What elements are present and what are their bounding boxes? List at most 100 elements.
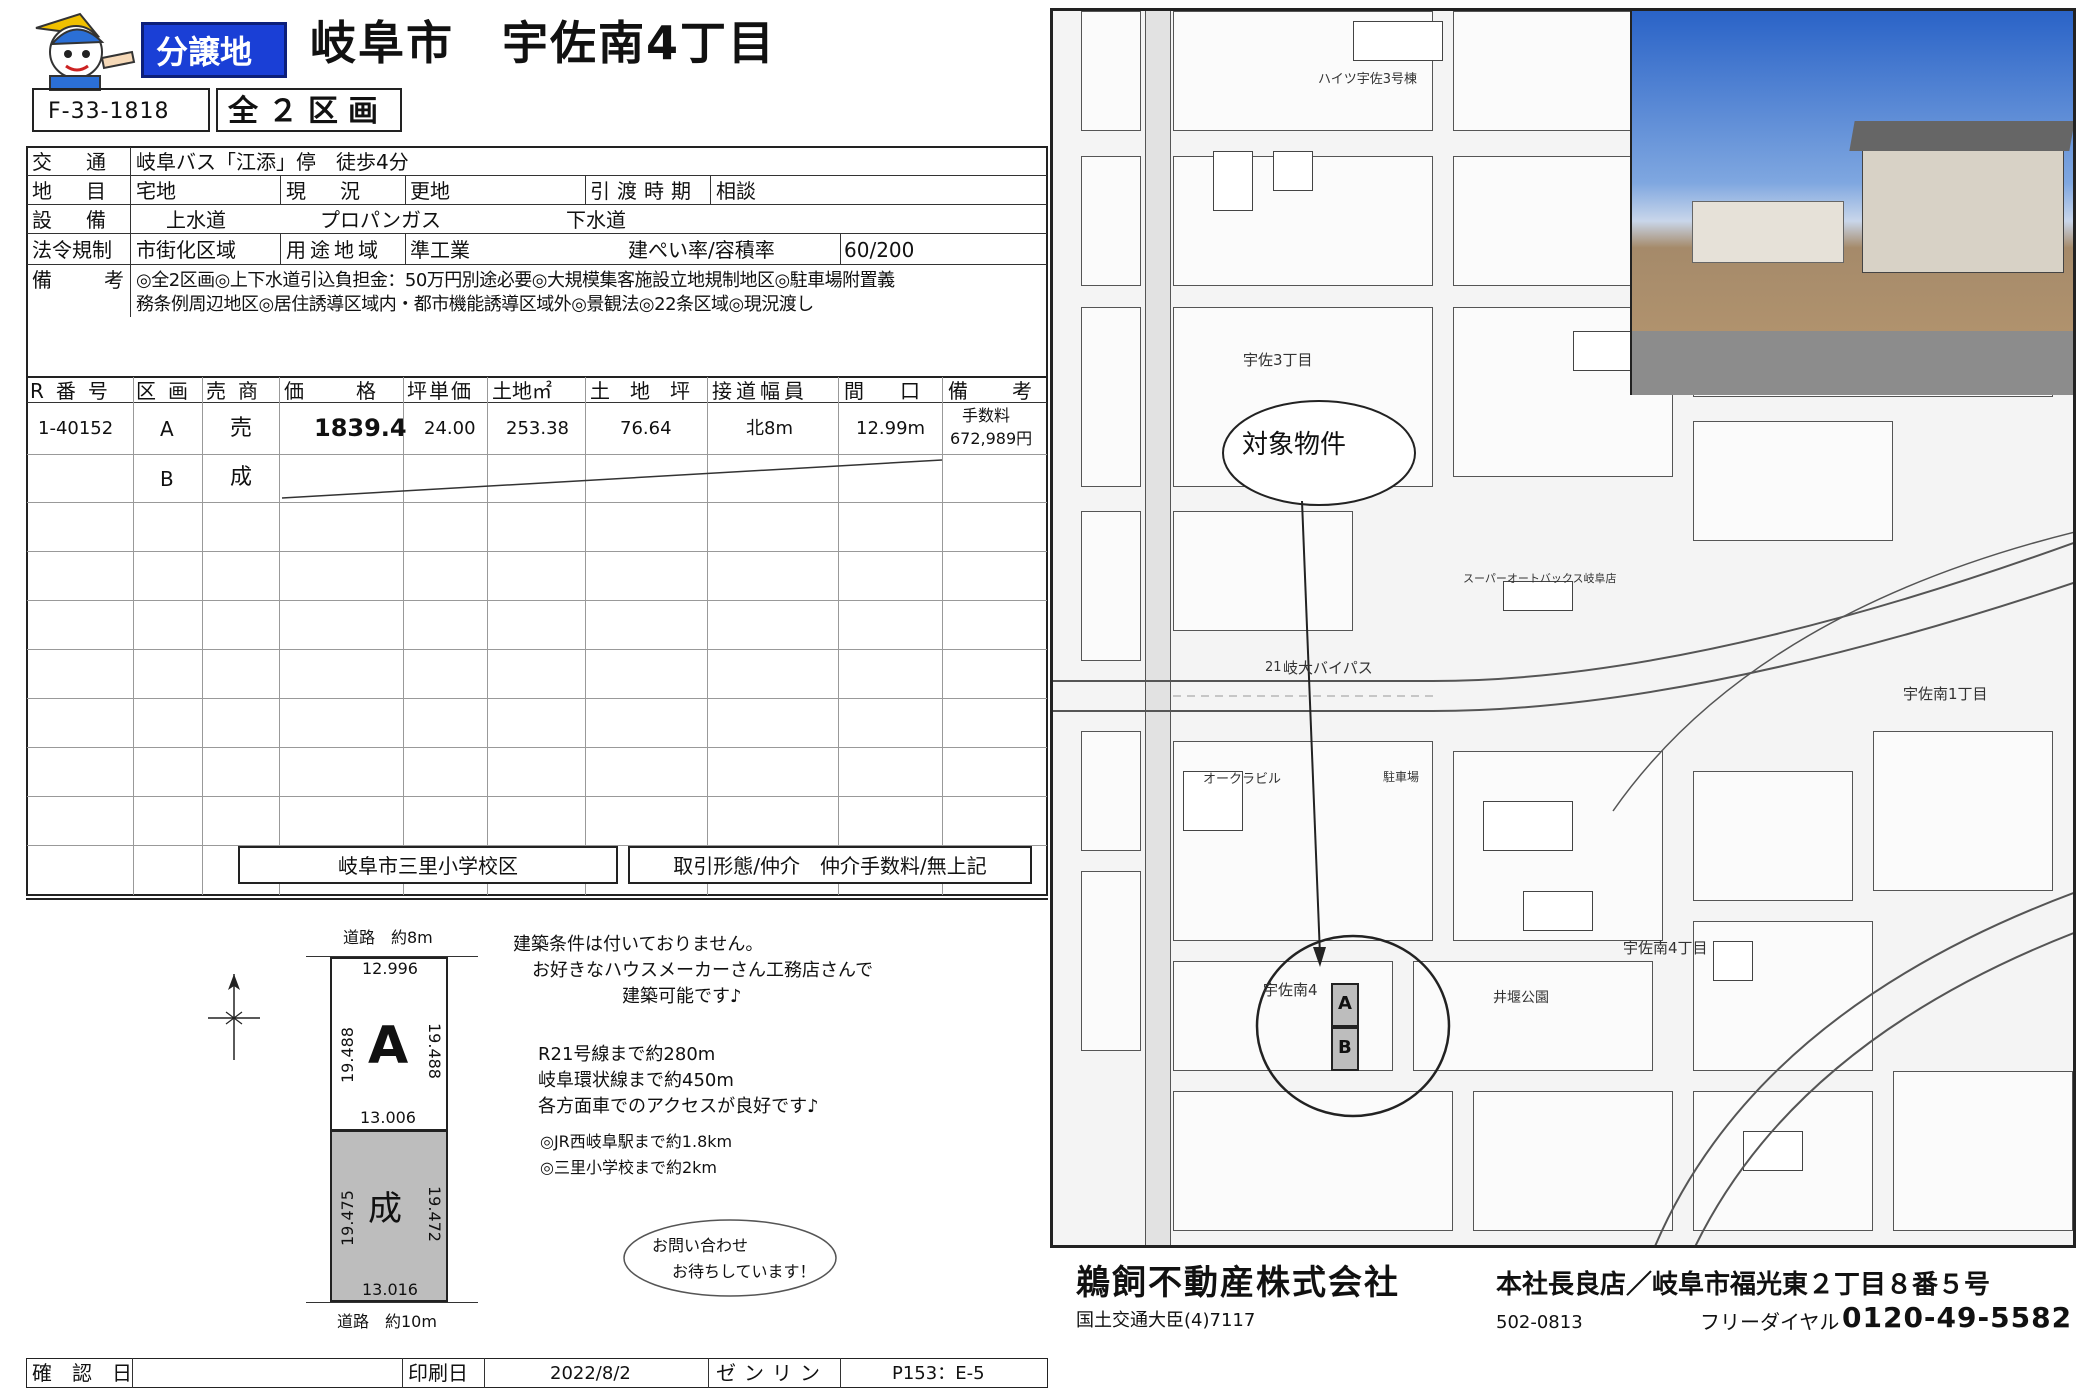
page-title: 岐阜市 宇佐南4丁目: [310, 16, 777, 70]
company-branch: 本社長良店／岐阜市福光東２丁目８番５号: [1496, 1270, 1991, 1300]
plan-note-3: 建築可能です♪: [622, 986, 742, 1007]
table-header-status: 売商: [206, 379, 270, 403]
company-name: 鵜飼不動産株式会社: [1076, 1263, 1400, 1303]
info-value-hikiwatashi: 相談: [716, 179, 756, 203]
table-header-m2: 土地㎡: [492, 379, 552, 403]
map-label-usa3: 宇佐3丁目: [1243, 351, 1313, 369]
lot-a-bottom-length: 13.006: [360, 1108, 416, 1127]
info-label-setsubi: 設 備: [32, 208, 113, 232]
info-value-ratio: 60/200: [844, 238, 915, 262]
lot-b-right-length: 19.472: [425, 1186, 444, 1242]
plan-road-top: 道路 約8m: [343, 928, 433, 947]
footer-kakunin-label: 確 認 日: [32, 1361, 132, 1385]
plan-note-2: お好きなハウスメーカーさん工務店さんで: [532, 960, 874, 981]
contact-bubble: [623, 1219, 837, 1297]
table-row-b-ku: B: [160, 467, 174, 491]
plan-access-2: 岐阜環状線まで約450m: [538, 1070, 734, 1091]
map-label-usaminami4: 宇佐南4: [1263, 981, 1318, 999]
map-label-okura: オークラビル: [1203, 772, 1282, 787]
table-header-tsubo: 土 地 坪: [590, 379, 690, 403]
map-label-park: 井堰公園: [1493, 990, 1549, 1006]
plan-note-1: 建築条件は付いておりません。: [513, 934, 764, 955]
info-value-bikou-1: ◎全2区画◎上下水道引込負担金：50万円別途必要◎大規模集客施設立地規制地区◎駐…: [136, 270, 895, 291]
plan-access-1: R21号線まで約280m: [538, 1044, 716, 1065]
footer-insatsu-label: 印刷日: [408, 1361, 468, 1385]
company-phone-label: フリーダイヤル: [1700, 1310, 1840, 1334]
info-value-water: 上水道: [166, 208, 226, 232]
map-label-bypass: 岐大バイパス: [1283, 659, 1373, 677]
table-row-a-frontage: 12.99m: [856, 418, 926, 439]
plan-near-1: ◎JR西岐阜駅まで約1.8km: [540, 1132, 733, 1151]
table-header-frontage: 間 口: [844, 379, 928, 403]
map-target-label: 対象物件: [1242, 430, 1347, 460]
lots-count: 全２区画: [228, 94, 388, 129]
contact-bubble-line-1: お問い合わせ: [652, 1236, 749, 1255]
property-code: F-33-1818: [48, 99, 170, 124]
site-photo: [1630, 11, 2073, 395]
info-label-youto: 用途地域: [286, 238, 382, 262]
footer-page: P153：E-5: [892, 1363, 985, 1384]
map-lot-b-label: B: [1338, 1037, 1352, 1058]
info-label-kotsu: 交 通: [32, 150, 113, 174]
info-value-gas: プロパンガス: [320, 208, 441, 232]
company-license: 国土交通大臣(4)7117: [1076, 1310, 1256, 1331]
lot-a-left-length: 19.488: [338, 1027, 357, 1083]
table-row-a-tsubo-price: 24.00: [424, 418, 476, 439]
category-badge-text: 分譲地: [156, 33, 253, 71]
map-label-usaminami4-chome: 宇佐南4丁目: [1623, 939, 1708, 957]
table-row-a-ku: A: [160, 417, 174, 441]
info-label-bikou: 備 考: [32, 268, 140, 292]
table-header-note: 備 考: [948, 379, 1044, 403]
table-row-a-price: 1839.4: [314, 414, 407, 442]
lot-a-top-length: 12.996: [362, 959, 418, 978]
lots-box: 全２区画: [216, 88, 402, 132]
company-zip: 502-0813: [1496, 1312, 1583, 1333]
table-row-a-note-2: 672,989円: [950, 429, 1033, 448]
info-label-ratio: 建ぺい率/容積率: [628, 238, 775, 262]
map-label-heights: ハイツ宇佐3号棟: [1318, 72, 1418, 87]
footer-zenrin: ゼンリン: [716, 1361, 828, 1385]
info-value-sewer: 下水道: [566, 208, 626, 232]
table-header-road: 接道幅員: [712, 379, 808, 403]
table-row-a-status: 売: [230, 416, 253, 441]
mascot-icon: [35, 12, 136, 91]
lot-b-bottom-length: 13.016: [362, 1280, 418, 1299]
table-header-price: 価 格: [284, 379, 380, 403]
table-header-r: R番号: [30, 379, 120, 403]
info-value-bikou-2: 務条例周辺地区◎居住誘導区域内・都市機能誘導区域外◎景観法◎22条区域◎現況渡し: [136, 294, 814, 315]
info-value-youto: 準工業: [410, 238, 470, 262]
info-label-genkyo: 現 況: [286, 179, 367, 203]
lot-b-left-length: 19.475: [338, 1190, 357, 1246]
company-phone[interactable]: 0120-49-5582: [1842, 1304, 2072, 1332]
info-label-chimoku: 地 目: [32, 179, 113, 203]
table-row-a-r: 1-40152: [38, 418, 114, 439]
map-label-autobacs: スーパーオートバックス岐阜店: [1463, 572, 1617, 585]
lot-a-label: A: [368, 1016, 409, 1076]
deal-box: 取引形態/仲介 仲介手数料/無上記: [628, 846, 1032, 884]
school-box: 岐阜市三里小学校区: [238, 846, 618, 884]
table-header-tsubo-price: 坪単価: [407, 379, 473, 403]
map-lot-a-label: A: [1338, 993, 1352, 1014]
info-label-hikiwatashi: 引渡時期: [590, 179, 698, 203]
lot-a-right-length: 19.488: [425, 1023, 444, 1079]
info-value-hourei: 市街化区域: [136, 238, 236, 262]
table-row-a-note-1: 手数料: [962, 406, 1011, 425]
contact-bubble-line-2: お待ちしています！: [672, 1262, 816, 1281]
info-value-kotsu: 岐阜バス「江添」停 徒歩4分: [136, 150, 409, 174]
row-b-strike-line: [281, 459, 943, 499]
compass-icon: [208, 974, 260, 1060]
property-code-box: F-33-1818: [32, 88, 210, 132]
info-value-chimoku: 宅地: [136, 179, 176, 203]
table-row-a-road: 北8m: [746, 418, 793, 439]
table-row-b-status: 成: [230, 465, 253, 490]
info-value-genkyo: 更地: [410, 179, 450, 203]
footer-date: 2022/8/2: [550, 1363, 631, 1384]
table-row-a-m2: 253.38: [506, 418, 569, 439]
plan-near-2: ◎三里小学校まで約2km: [540, 1158, 717, 1177]
info-label-hourei: 法令規制: [32, 238, 112, 262]
map-label-route21: 21: [1265, 660, 1282, 675]
school-text: 岐阜市三里小学校区: [338, 854, 518, 878]
target-arrow: [1301, 501, 1326, 967]
plan-road-bottom: 道路 約10m: [337, 1312, 437, 1331]
table-header-ku: 区画: [136, 379, 200, 403]
